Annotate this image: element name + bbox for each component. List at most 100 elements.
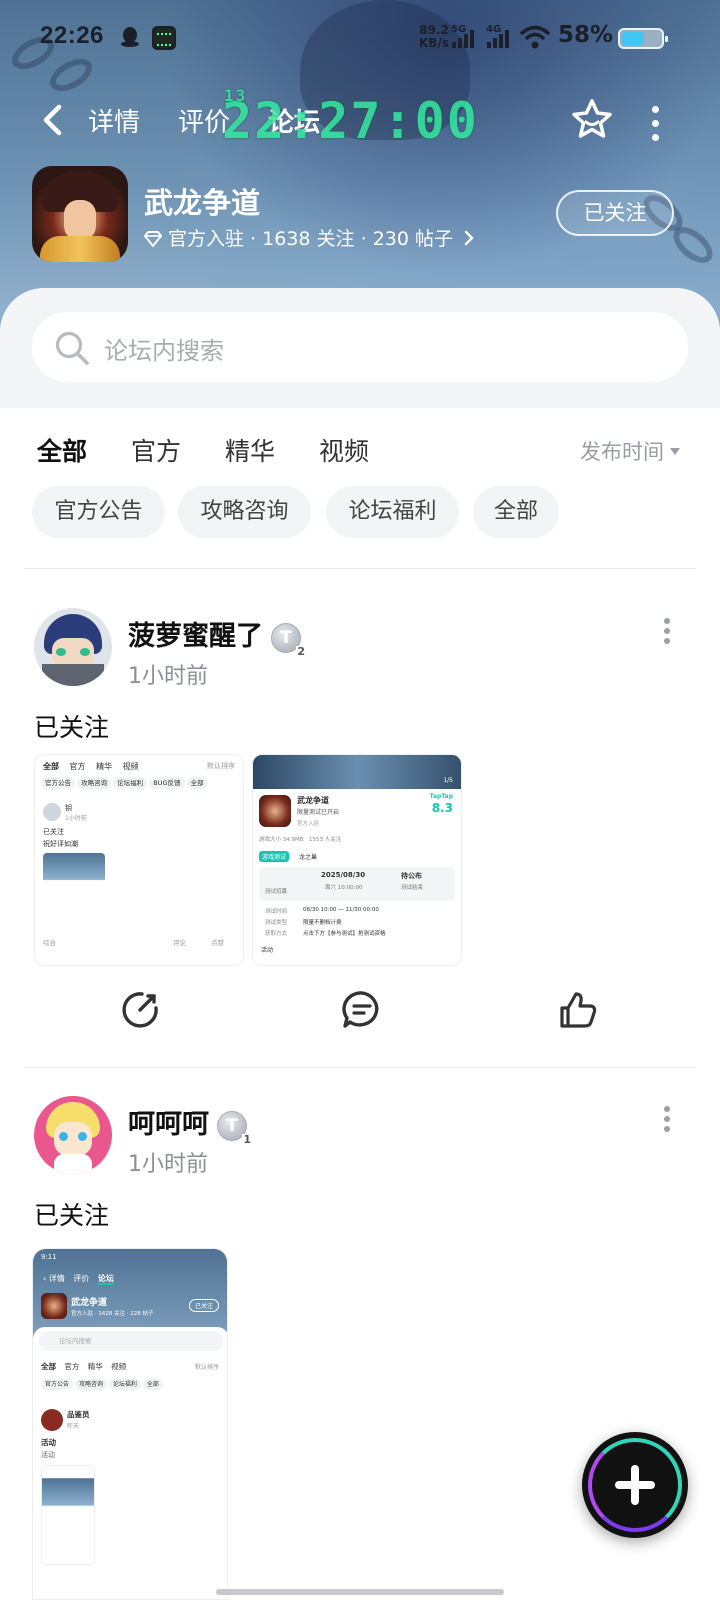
mini-row-value: 点击下方【参与测试】抢测试资格 <box>303 931 386 937</box>
mini-username: 钥 <box>65 804 72 812</box>
battery-percent: 58% <box>558 22 614 48</box>
mini-game-icon <box>259 795 291 827</box>
chip-guides[interactable]: 攻略咨询 <box>178 486 311 538</box>
wifi-icon <box>520 25 550 49</box>
tab-details[interactable]: 详情 <box>88 102 140 139</box>
network-speed: 89.2 KB/s <box>419 24 449 50</box>
app-notification-icon <box>152 26 176 50</box>
official-diamond-icon <box>144 231 162 247</box>
mini-tab: 视频 <box>122 762 139 771</box>
level-number: 1 <box>242 1133 252 1146</box>
mini-chip: BUG反馈 <box>149 777 185 789</box>
mini-test-tag: 游戏测试 <box>259 851 290 862</box>
divider <box>24 1067 696 1068</box>
more-options-icon[interactable] <box>650 106 660 141</box>
mini-page-indicator: 1/5 <box>443 777 453 784</box>
mini-title: 武龙争道 <box>71 1298 108 1308</box>
mini-meta: 官方入驻 · 1428 关注 · 228 帖子 <box>71 1311 154 1317</box>
game-title: 武龙争道 <box>144 186 261 220</box>
plus-icon <box>631 1465 639 1505</box>
mini-start-label: 测试招募 <box>265 889 288 895</box>
mini-activity: 活动 <box>261 947 274 954</box>
mini-body: 活动 <box>41 1451 55 1459</box>
filter-tab-all[interactable]: 全部 <box>37 432 87 476</box>
mini-game-icon <box>41 1293 67 1319</box>
user-avatar[interactable] <box>34 1096 112 1174</box>
home-indicator[interactable] <box>216 1589 504 1595</box>
mini-end-sub: 测试结束 <box>401 885 424 891</box>
mini-chip: 攻略咨询 <box>77 777 112 789</box>
mini-sort: 默认排序 <box>207 762 235 770</box>
mini-body: 祝好评如潮 <box>43 840 78 848</box>
mini-start-date: 2025/08/30 <box>321 871 366 879</box>
mini-tab: 官方 <box>69 762 86 771</box>
mini-official: 官方入驻 <box>297 821 320 827</box>
post-image[interactable]: 9:11 ‹ 详情 评价 论坛 武龙争道 官方入驻 · 1428 关注 · 22… <box>32 1248 228 1600</box>
mini-comment: 评论 <box>173 939 186 947</box>
mini-end-label: 待公布 <box>401 872 422 880</box>
game-meta[interactable]: 官方入驻 · 1638 关注 · 230 帖子 <box>144 224 475 251</box>
mini-tab: 全部 <box>43 762 59 771</box>
comment-icon[interactable] <box>340 988 384 1032</box>
sort-dropdown[interactable]: 发布时间 <box>580 436 680 466</box>
mini-banner <box>253 755 461 789</box>
mini-like: 点赞 <box>211 939 224 947</box>
user-avatar[interactable] <box>34 608 112 686</box>
chevron-right-icon <box>464 230 474 246</box>
user-level-badge: T1 <box>217 1111 252 1146</box>
mini-time: 1小时前 <box>65 815 87 822</box>
mini-chip: 全部 <box>142 1379 163 1390</box>
post-body: 已关注 <box>34 713 110 742</box>
mini-tab: 详情 <box>48 1274 65 1283</box>
mini-chip: 攻略咨询 <box>74 1379 107 1390</box>
mini-body: 活动 <box>41 1438 56 1447</box>
like-icon[interactable] <box>556 988 600 1032</box>
floating-clock-time: 22:27:00 <box>222 92 479 150</box>
post-image-2[interactable]: 1/5 武龙争道 限量测试已开启 官方入驻 TapTap 8.3 游戏大小 34… <box>252 754 462 966</box>
forum-content: 论坛内搜索 全部 官方 精华 视频 发布时间 官方公告 攻略咨询 论坛福利 全部… <box>0 288 720 1600</box>
mini-chip: 论坛福利 <box>113 777 148 789</box>
mini-time: 昨天 <box>67 1423 80 1430</box>
username[interactable]: 菠萝蜜醒了 T 2 <box>128 614 306 658</box>
filter-tab-official[interactable]: 官方 <box>131 432 181 468</box>
post-body: 已关注 <box>34 1201 110 1230</box>
post-more-icon[interactable] <box>664 618 672 644</box>
mini-tag: 综合 <box>43 939 56 947</box>
signal-5g-icon <box>452 28 476 48</box>
mini-tab: 论坛 <box>97 1274 114 1285</box>
mini-start-time: 周六 10:00:00 <box>325 885 363 891</box>
filter-tab-video[interactable]: 视频 <box>319 432 369 468</box>
share-icon[interactable] <box>118 988 162 1032</box>
status-bar: 22:26 89.2 KB/s 5G 4G 58% <box>40 22 680 56</box>
mini-installs: 1553 人关注 <box>309 837 342 843</box>
qq-penguin-icon <box>121 27 139 47</box>
mini-chip: 官方公告 <box>41 1379 74 1390</box>
favorite-star-icon[interactable] <box>568 96 616 144</box>
post-card[interactable]: 菠萝蜜醒了 T 2 1小时前 已关注 全部 官方 精华 视频 默认排序 官方公告 攻… <box>0 608 720 1048</box>
mini-row-label: 测试时间 <box>265 909 288 915</box>
post-more-icon[interactable] <box>664 1106 672 1132</box>
filter-tab-featured[interactable]: 精华 <box>225 432 275 468</box>
divider <box>24 568 696 569</box>
username[interactable]: 呵呵呵 T 1 <box>128 1102 252 1146</box>
chip-announcements[interactable]: 官方公告 <box>32 486 165 538</box>
chip-all[interactable]: 全部 <box>473 486 559 538</box>
create-post-button[interactable] <box>582 1432 688 1538</box>
follow-button[interactable]: 已关注 <box>556 190 674 236</box>
network-speed-unit: KB/s <box>419 36 449 50</box>
signal-4g-icon <box>487 28 511 48</box>
level-letter: T <box>226 1116 238 1136</box>
post-image-1[interactable]: 全部 官方 精华 视频 默认排序 官方公告 攻略咨询 论坛福利 BUG反馈 全部… <box>34 754 244 966</box>
mini-username: 品鉴员 <box>67 1410 90 1419</box>
back-arrow-icon[interactable] <box>40 104 66 136</box>
search-placeholder: 论坛内搜索 <box>104 337 224 365</box>
mini-chip: 官方公告 <box>41 777 75 789</box>
forum-search-input[interactable]: 论坛内搜索 <box>32 312 688 382</box>
mini-brand: TapTap <box>429 793 453 800</box>
game-info: 武龙争道 官方入驻 · 1638 关注 · 230 帖子 已关注 <box>32 166 688 262</box>
top-navbar: 详情 评价 论坛 13 22:27:00 <box>0 86 720 150</box>
followers-count: 1638 关注 <box>262 228 355 250</box>
mini-search-placeholder: 论坛内搜索 <box>59 1337 92 1345</box>
game-app-icon[interactable] <box>32 166 128 262</box>
chip-welfare[interactable]: 论坛福利 <box>326 486 459 538</box>
